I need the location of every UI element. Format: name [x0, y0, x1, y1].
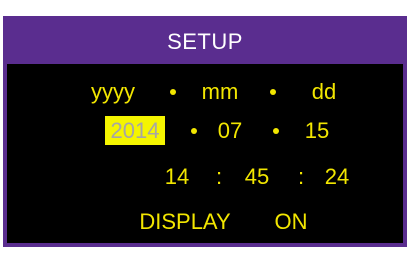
year-format-label: yyyy — [91, 79, 135, 104]
screen-title: SETUP — [7, 20, 403, 64]
display-label: DISPLAY — [139, 209, 231, 234]
seconds-field[interactable]: 24 — [321, 163, 353, 191]
month-format-label: mm — [201, 79, 239, 104]
setup-screen: SETUP yyyy mm dd 2014 07 15 14 : 45 : 24… — [3, 16, 407, 247]
display-value[interactable]: ON — [269, 208, 313, 236]
month-field[interactable]: 07 — [214, 117, 246, 145]
date-format-row: yyyy mm dd — [7, 78, 403, 106]
day-format-label: dd — [311, 79, 337, 104]
time-separator: : — [297, 164, 305, 189]
separator-dot-icon — [264, 78, 282, 106]
minutes-field[interactable]: 45 — [241, 163, 273, 191]
display-setting-row[interactable]: DISPLAY ON — [7, 208, 403, 236]
day-field[interactable]: 15 — [301, 117, 333, 145]
time-separator: : — [215, 164, 223, 189]
separator-dot-icon — [267, 117, 285, 145]
hours-field[interactable]: 14 — [161, 163, 193, 191]
year-field[interactable]: 2014 — [99, 116, 171, 145]
separator-dot-icon — [185, 117, 203, 145]
time-row: 14 : 45 : 24 — [7, 163, 403, 191]
date-row: 2014 07 15 — [7, 116, 403, 145]
separator-dot-icon — [164, 78, 182, 106]
year-value: 2014 — [104, 116, 166, 145]
